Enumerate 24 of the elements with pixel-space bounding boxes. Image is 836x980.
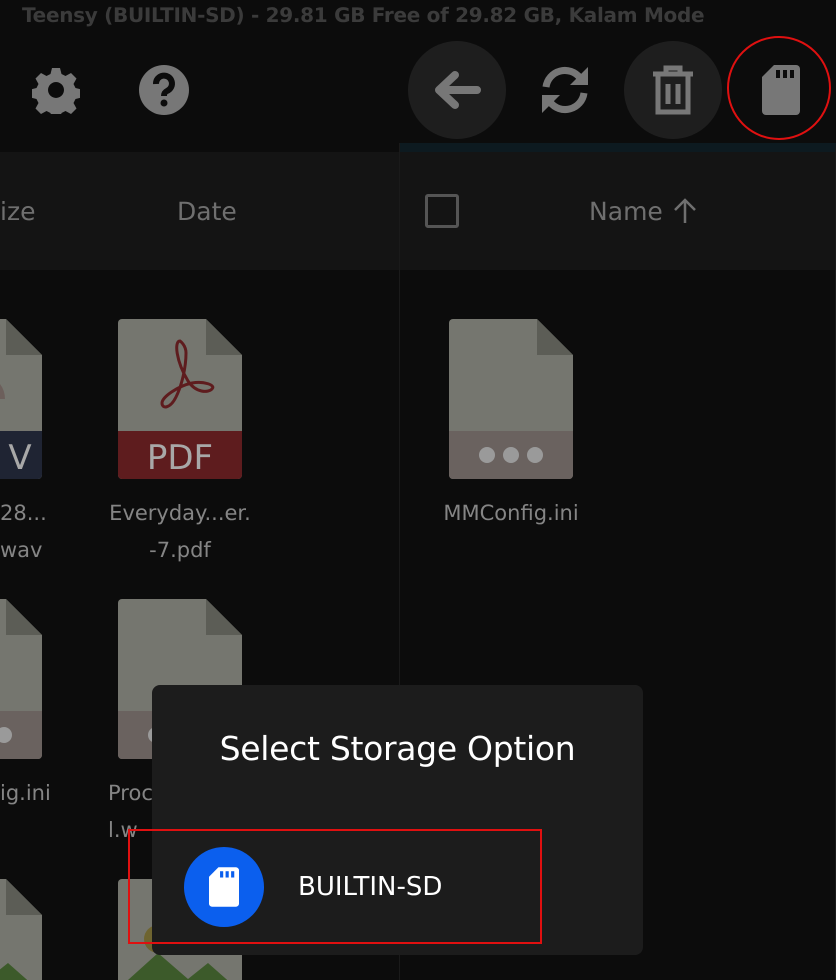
back-arrow-icon xyxy=(433,70,481,110)
name-column-header[interactable]: Name xyxy=(589,196,697,226)
sd-card-icon xyxy=(762,64,800,114)
trash-icon xyxy=(651,64,695,116)
column-header: Date xyxy=(177,196,237,226)
file-name: 28... xyxy=(0,500,47,527)
file-name: MMConfig.ini xyxy=(443,500,579,527)
sd-card-icon xyxy=(209,866,239,906)
pdf-file-icon: PDF xyxy=(118,319,242,479)
settings-file-icon xyxy=(449,319,574,479)
file-name: Proc xyxy=(108,780,153,807)
column-header: ize xyxy=(0,196,36,226)
help-icon xyxy=(139,64,189,114)
audio-file-icon: V xyxy=(0,319,42,479)
file-name: wav xyxy=(0,537,42,564)
help-button[interactable] xyxy=(138,64,190,116)
file-name: -7.pdf xyxy=(149,537,211,564)
refresh-icon xyxy=(540,64,590,114)
file-name: Everyday...er. xyxy=(109,500,251,527)
settings-icon xyxy=(32,66,80,114)
select-all-checkbox[interactable] xyxy=(425,194,460,228)
sort-up-arrow-icon xyxy=(672,198,697,224)
file-name: ig.ini xyxy=(0,780,51,807)
dialog-title: Select Storage Option xyxy=(220,729,576,768)
